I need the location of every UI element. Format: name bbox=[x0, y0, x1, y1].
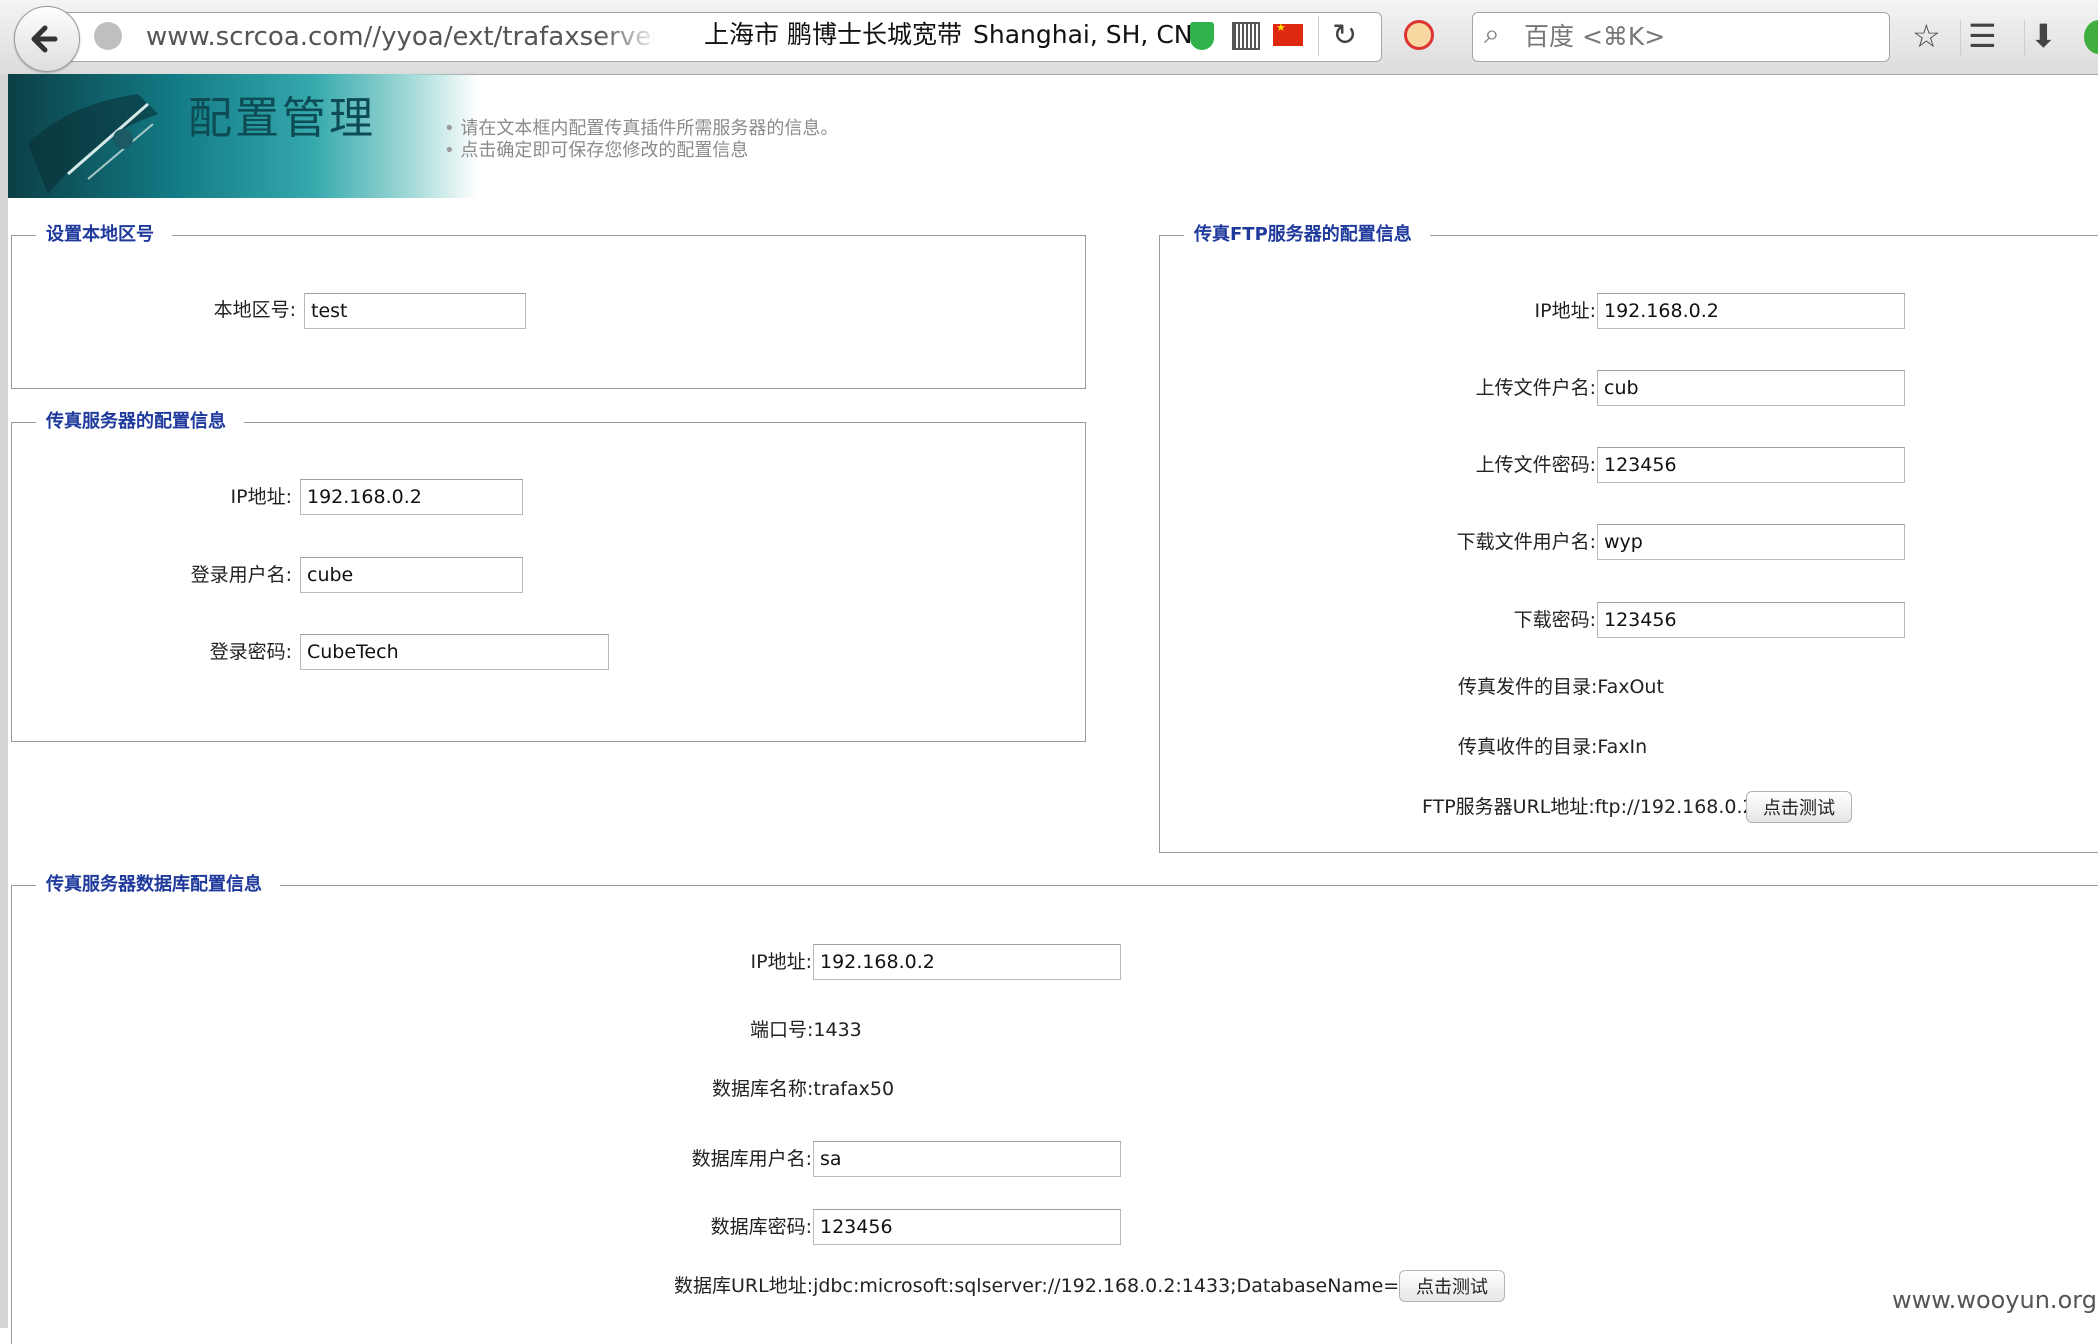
fax-user-label: 登录用户名: bbox=[190, 564, 292, 586]
ftp-ip-label: IP地址: bbox=[1534, 300, 1596, 322]
fax-server-legend: 传真服务器的配置信息 bbox=[46, 411, 226, 432]
reading-list-icon[interactable]: ☰ bbox=[1968, 16, 1997, 56]
ftp-server-legend: 传真FTP服务器的配置信息 bbox=[1194, 224, 1412, 245]
ftp-upload-user-label: 上传文件户名: bbox=[1475, 377, 1596, 399]
reload-icon[interactable]: ↻ bbox=[1332, 18, 1357, 54]
ftp-upload-password-label: 上传文件密码: bbox=[1475, 454, 1596, 476]
local-area-input[interactable] bbox=[304, 293, 526, 329]
db-url-text: 数据库URL地址:jdbc:microsoft:sqlserver://192.… bbox=[674, 1275, 1480, 1297]
db-password-input[interactable] bbox=[813, 1209, 1121, 1245]
location-label: Shanghai, SH, CN bbox=[973, 20, 1193, 49]
qr-code-icon[interactable] bbox=[1232, 22, 1260, 50]
shield-icon[interactable] bbox=[1190, 22, 1214, 50]
ftp-download-password-label: 下载密码: bbox=[1513, 609, 1596, 631]
watermark: www.wooyun.org bbox=[1892, 1286, 2097, 1314]
fax-ip-input[interactable] bbox=[300, 479, 523, 515]
ftp-upload-password-input[interactable] bbox=[1597, 447, 1905, 483]
fax-password-label: 登录密码: bbox=[209, 641, 292, 663]
banner-decoration bbox=[28, 94, 158, 194]
fax-user-input[interactable] bbox=[300, 557, 523, 593]
globe-icon bbox=[94, 22, 122, 50]
ftp-test-button[interactable]: 点击测试 bbox=[1746, 791, 1852, 823]
db-port-text: 端口号:1433 bbox=[750, 1019, 862, 1041]
isp-label: 上海市 鹏博士长城宽带 bbox=[704, 20, 962, 49]
database-legend: 传真服务器数据库配置信息 bbox=[46, 874, 262, 895]
db-ip-input[interactable] bbox=[813, 944, 1121, 980]
local-area-label: 本地区号: bbox=[213, 299, 296, 321]
toolbar-divider bbox=[1318, 16, 1319, 56]
ftp-download-user-label: 下载文件用户名: bbox=[1456, 531, 1596, 553]
local-area-legend: 设置本地区号 bbox=[46, 224, 154, 245]
instruction-item: 点击确定即可保存您修改的配置信息 bbox=[444, 140, 838, 162]
db-test-button[interactable]: 点击测试 bbox=[1399, 1270, 1505, 1302]
db-user-label: 数据库用户名: bbox=[691, 1148, 812, 1170]
extension-icon[interactable] bbox=[2084, 20, 2098, 54]
db-password-label: 数据库密码: bbox=[710, 1216, 812, 1238]
url-text[interactable]: www.scrcoa.com//yyoa/ext/trafaxserver/Sy… bbox=[146, 20, 654, 54]
db-name-text: 数据库名称:trafax50 bbox=[712, 1078, 895, 1100]
star-icon[interactable]: ☆ bbox=[1912, 16, 1941, 56]
ftp-ip-input[interactable] bbox=[1597, 293, 1905, 329]
db-user-input[interactable] bbox=[813, 1141, 1121, 1177]
toolbar-divider bbox=[2024, 20, 2025, 56]
ftp-url-text: FTP服务器URL地址:ftp://192.168.0.2/ bbox=[1422, 796, 1762, 818]
download-icon[interactable]: ⬇ bbox=[2030, 16, 2057, 56]
ftp-fax-in-dir: 传真收件的目录:FaxIn bbox=[1458, 736, 1648, 758]
search-input[interactable]: 百度 <⌘K> bbox=[1524, 20, 1665, 54]
db-ip-label: IP地址: bbox=[750, 951, 812, 973]
instructions-list: 请在文本框内配置传真插件所需服务器的信息。 点击确定即可保存您修改的配置信息 bbox=[444, 118, 838, 162]
adblock-icon[interactable] bbox=[1404, 20, 1434, 50]
search-icon: ⌕ bbox=[1484, 17, 1500, 50]
ftp-download-password-input[interactable] bbox=[1597, 602, 1905, 638]
browser-toolbar: www.scrcoa.com//yyoa/ext/trafaxserver/Sy… bbox=[0, 0, 2098, 75]
back-button[interactable] bbox=[14, 6, 80, 72]
toolbar-divider bbox=[1960, 20, 1961, 56]
fax-password-input[interactable] bbox=[300, 634, 609, 670]
ftp-fax-out-dir: 传真发件的目录:FaxOut bbox=[1458, 676, 1664, 698]
url-fade bbox=[600, 14, 660, 58]
page-left-edge bbox=[0, 74, 8, 1328]
china-flag-icon[interactable] bbox=[1273, 21, 1303, 46]
ftp-upload-user-input[interactable] bbox=[1597, 370, 1905, 406]
back-arrow-icon bbox=[31, 25, 58, 53]
fax-ip-label: IP地址: bbox=[230, 486, 292, 508]
instruction-item: 请在文本框内配置传真插件所需服务器的信息。 bbox=[444, 118, 838, 140]
page-title: 配置管理 bbox=[188, 93, 376, 144]
ftp-download-user-input[interactable] bbox=[1597, 524, 1905, 560]
